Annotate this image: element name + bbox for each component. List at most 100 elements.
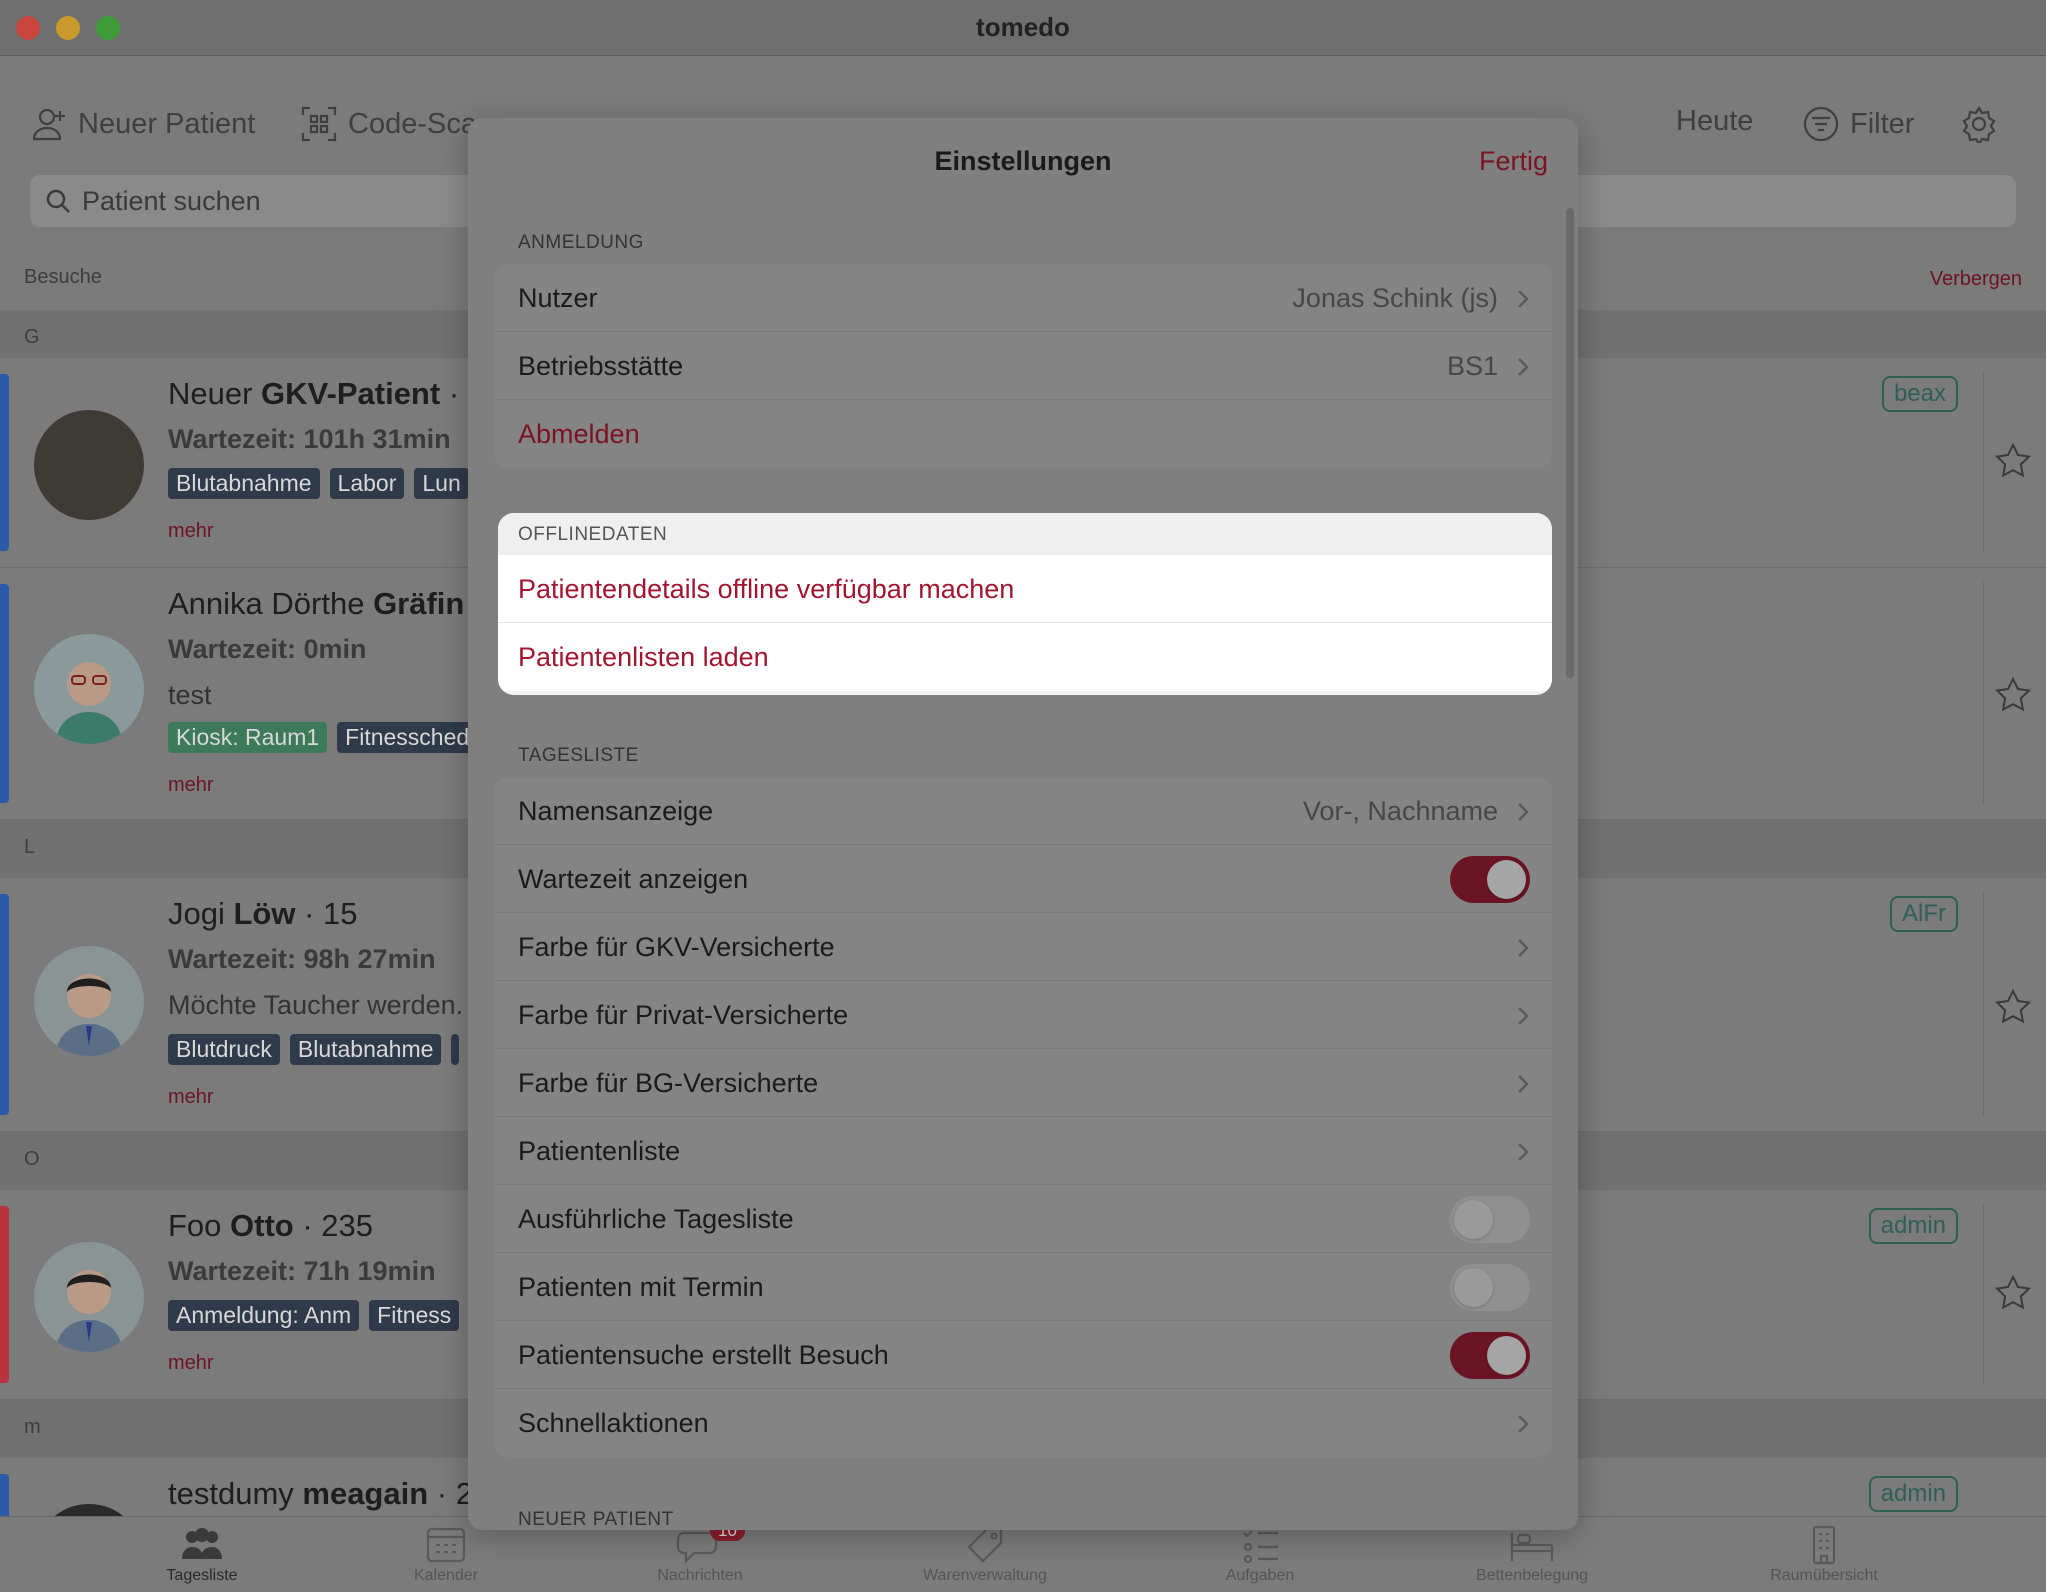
search-icon xyxy=(46,189,70,213)
new-patient-button[interactable]: Neuer Patient xyxy=(30,105,255,143)
tag xyxy=(451,1034,460,1065)
tab-kalender[interactable]: Kalender xyxy=(366,1525,526,1585)
today-button[interactable]: Heute xyxy=(1676,105,1753,138)
tag: Lun xyxy=(414,468,469,499)
tag: Fitnessched xyxy=(337,722,478,753)
divider xyxy=(1983,892,1984,1117)
quick-actions-cell[interactable]: Schnellaktionen xyxy=(494,1389,1552,1457)
checklist-icon xyxy=(1243,1530,1278,1564)
patient-note: test xyxy=(168,680,212,710)
chevron-right-icon xyxy=(1518,1143,1529,1161)
search-creates-visit-cell: Patientensuche erstellt Besuch xyxy=(494,1321,1552,1389)
chevron-right-icon xyxy=(1518,803,1529,821)
tag: Blutabnahme xyxy=(168,468,320,499)
chevron-right-icon xyxy=(1518,1415,1529,1433)
star-icon[interactable] xyxy=(1994,1274,2032,1312)
filter-label: Filter xyxy=(1850,107,1915,140)
hide-button[interactable]: Verbergen xyxy=(1930,268,2022,291)
patient-name: testdumy meagain · 2 xyxy=(168,1476,473,1511)
search-placeholder: Patient suchen xyxy=(82,185,261,216)
tab-aufgaben[interactable]: Aufgaben xyxy=(1180,1525,1340,1585)
logout-button[interactable]: Abmelden xyxy=(494,400,1552,468)
code-scan-button[interactable]: Code-Sca xyxy=(300,105,477,143)
wait-time: Wartezeit: 98h 27min xyxy=(168,944,436,974)
patient-list-cell[interactable]: Patientenliste xyxy=(494,1117,1552,1185)
user-badge: beax xyxy=(1881,376,1958,412)
tab-nachrichten[interactable]: Nachrichten 10 xyxy=(620,1521,780,1585)
tab-tagesliste[interactable]: Tagesliste xyxy=(122,1525,282,1585)
color-gkv-cell[interactable]: Farbe für GKV-Versicherte xyxy=(494,913,1552,981)
patient-name: Neuer GKV-Patient · 9 xyxy=(168,376,485,411)
filter-button[interactable]: Filter xyxy=(1802,105,1914,143)
more-link[interactable]: mehr xyxy=(168,520,214,543)
today-label: Heute xyxy=(1676,105,1754,137)
color-private-cell[interactable]: Farbe für Privat-Versicherte xyxy=(494,981,1552,1049)
insurance-stripe xyxy=(0,894,9,1115)
more-link[interactable]: mehr xyxy=(168,1352,214,1375)
load-patient-lists-button[interactable]: Patientenlisten laden xyxy=(498,623,1552,691)
qr-scan-icon xyxy=(301,106,337,142)
avatar xyxy=(34,946,144,1056)
star-icon[interactable] xyxy=(1994,988,2032,1026)
avatar xyxy=(34,1504,144,1516)
tag-list: Blutdruck Blutabnahme xyxy=(168,1034,460,1065)
tag: Labor xyxy=(329,468,405,499)
chevron-right-icon xyxy=(1518,939,1529,957)
tag-icon xyxy=(967,1527,1003,1563)
insurance-stripe xyxy=(0,1206,9,1383)
tag: Blutdruck xyxy=(168,1034,280,1065)
scrollbar[interactable] xyxy=(1566,208,1574,678)
user-badge: admin xyxy=(1868,1476,1958,1512)
wait-time: Wartezeit: 101h 31min xyxy=(168,424,451,454)
detailed-list-toggle[interactable] xyxy=(1450,1196,1530,1243)
bed-icon xyxy=(1510,1533,1554,1561)
color-bg-cell[interactable]: Farbe für BG-Versicherte xyxy=(494,1049,1552,1117)
tag-list: Anmeldung: Anm Fitness xyxy=(168,1300,460,1331)
search-creates-visit-toggle[interactable] xyxy=(1450,1332,1530,1379)
male-avatar-icon xyxy=(56,974,122,1056)
with-appointment-cell: Patienten mit Termin xyxy=(494,1253,1552,1321)
chevron-right-icon xyxy=(1518,1007,1529,1025)
tab-raumuebersicht[interactable]: Raumübersicht xyxy=(1744,1525,1904,1585)
list-caption: Besuche xyxy=(24,266,102,288)
tag: Anmeldung: Anm xyxy=(168,1300,360,1331)
site-cell[interactable]: Betriebsstätte BS1 xyxy=(494,332,1552,400)
daylist-group: Namensanzeige Vor-, Nachname Wartezeit a… xyxy=(494,777,1552,1457)
more-link[interactable]: mehr xyxy=(168,1086,214,1109)
patient-name: Annika Dörthe Gräfin y xyxy=(168,586,491,621)
group-label-daylist: TAGESLISTE xyxy=(518,745,639,766)
window-title: tomedo xyxy=(976,12,1070,42)
done-button[interactable]: Fertig xyxy=(1479,146,1548,177)
chevron-right-icon xyxy=(1518,1075,1529,1093)
avatar xyxy=(34,410,144,520)
star-icon[interactable] xyxy=(1994,676,2032,714)
wait-time-toggle[interactable] xyxy=(1450,856,1530,903)
building-icon xyxy=(1812,1525,1836,1565)
settings-button[interactable] xyxy=(1960,105,1998,143)
divider xyxy=(1983,372,1984,553)
tag: Kiosk: Raum1 xyxy=(168,722,328,753)
name-display-cell[interactable]: Namensanzeige Vor-, Nachname xyxy=(494,777,1552,845)
calendar-icon xyxy=(426,1527,466,1563)
female-avatar-icon xyxy=(56,662,122,744)
tab-warenverwaltung[interactable]: Warenverwaltung xyxy=(905,1525,1065,1585)
more-link[interactable]: mehr xyxy=(168,774,214,797)
avatar xyxy=(34,1242,144,1352)
patient-name: Foo Otto · 235 xyxy=(168,1208,374,1243)
user-badge: AlFr xyxy=(1890,896,1958,932)
offline-details-button[interactable]: Patientendetails offline verfügbar mache… xyxy=(498,555,1552,623)
wait-time: Wartezeit: 0min xyxy=(168,634,367,664)
tag: Blutabnahme xyxy=(289,1034,442,1065)
offline-options: Patientendetails offline verfügbar mache… xyxy=(498,555,1552,691)
insurance-stripe xyxy=(0,1474,9,1516)
with-appointment-toggle[interactable] xyxy=(1450,1264,1530,1311)
wait-time-cell: Wartezeit anzeigen xyxy=(494,845,1552,913)
user-badge: admin xyxy=(1868,1208,1958,1244)
tag-list: Blutabnahme Labor Lun xyxy=(168,468,469,499)
people-icon xyxy=(182,1528,222,1559)
tab-bettenbelegung[interactable]: Bettenbelegung xyxy=(1452,1525,1612,1585)
user-cell[interactable]: Nutzer Jonas Schink (js) xyxy=(494,264,1552,332)
star-icon[interactable] xyxy=(1994,442,2032,480)
group-label-offline: OFFLINEDATEN xyxy=(498,513,1552,555)
add-person-icon xyxy=(32,108,65,141)
